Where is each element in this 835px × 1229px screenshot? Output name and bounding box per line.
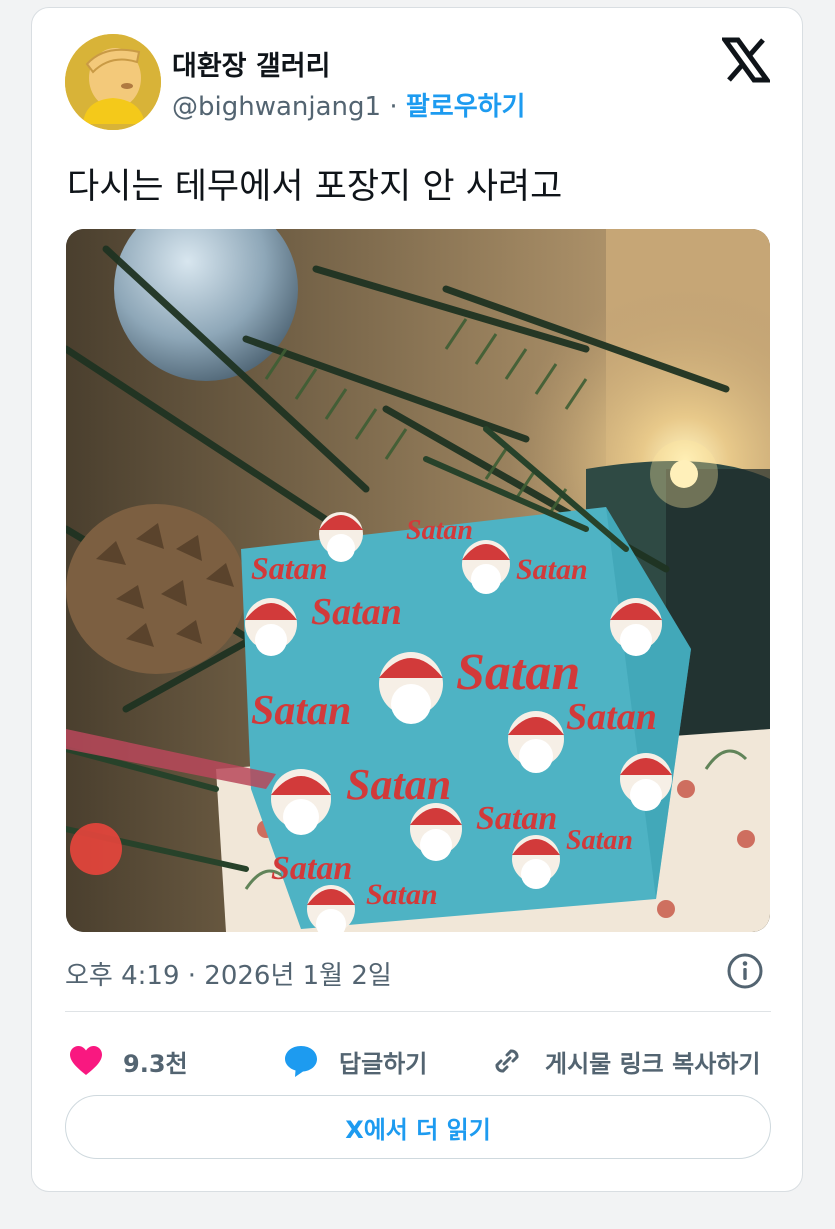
follow-button[interactable]: 팔로우하기 (406, 92, 526, 122)
read-more-on-x-button[interactable]: X에서 더 읽기 (65, 1095, 771, 1159)
reply-button[interactable]: 답글하기 (283, 1038, 427, 1084)
wrap-text-satan: Satan (271, 850, 352, 887)
avatar[interactable] (65, 34, 161, 130)
like-button[interactable]: 9.3천 (69, 1038, 188, 1084)
wrap-text-satan: Satan (251, 688, 351, 734)
reply-label: 답글하기 (339, 1049, 428, 1078)
reply-bubble-icon (285, 1046, 317, 1077)
wrap-text-satan: Satan (566, 825, 633, 856)
wrap-text-satan: Satan (516, 553, 588, 586)
heart-icon (70, 1046, 102, 1075)
wrap-text-satan: Satan (566, 696, 657, 738)
x-logo-icon[interactable] (722, 36, 770, 84)
copy-link-label: 게시물 링크 복사하기 (545, 1049, 761, 1078)
tweet-embed-card: 대환장 갤러리 @bighwanjang1 · 팔로우하기 다시는 테무에서 포… (31, 7, 803, 1192)
wrap-text-satan: Satan (311, 591, 402, 633)
copy-link-button[interactable]: 게시물 링크 복사하기 (489, 1038, 760, 1084)
like-count: 9.3천 (123, 1049, 188, 1078)
action-bar: 9.3천 답글하기 게시물 링크 복사하기 (65, 1038, 771, 1084)
author-handle[interactable]: @bighwanjang1 (172, 92, 381, 122)
wrap-text-satan: Satan (456, 644, 580, 701)
wrap-text-satan: Satan (251, 550, 327, 586)
post-text: 다시는 테무에서 포장지 안 사려고 (67, 167, 563, 207)
separator-dot: · (389, 92, 398, 122)
author-handle-row: @bighwanjang1 · 팔로우하기 (172, 86, 525, 123)
wrap-text-satan: Satan (476, 800, 557, 837)
divider (65, 1011, 771, 1012)
wrap-text-satan: Satan (346, 760, 451, 809)
wrap-text-satan: Satan (406, 515, 473, 546)
post-photo[interactable]: Satan Satan Satan Satan Satan Satan Sata… (66, 229, 770, 932)
info-icon[interactable] (726, 952, 764, 990)
post-timestamp[interactable]: 오후 4:19 · 2026년 1월 2일 (65, 955, 392, 992)
wrap-text-satan: Satan (366, 878, 438, 911)
author-display-name[interactable]: 대환장 갤러리 (172, 44, 330, 83)
link-icon (495, 1049, 519, 1073)
